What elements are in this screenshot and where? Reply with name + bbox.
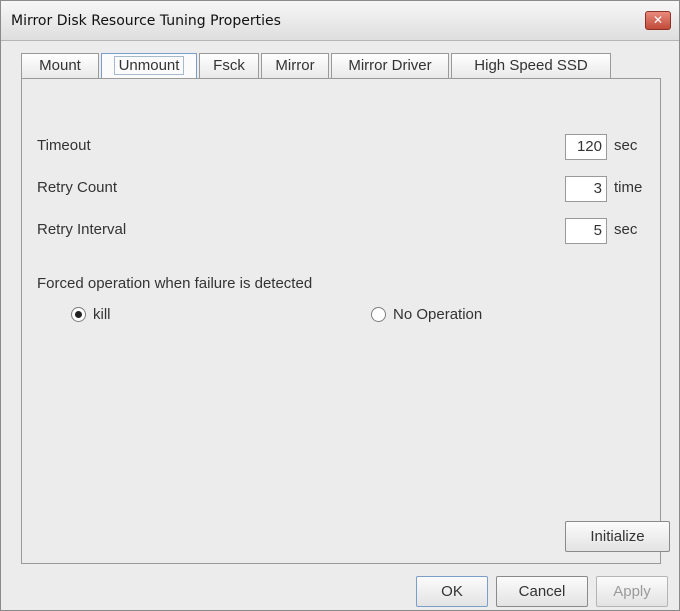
kill-label[interactable]: kill xyxy=(93,306,111,323)
retry-count-label: Retry Count xyxy=(37,179,118,196)
tab-label: Fsck xyxy=(213,57,245,74)
timeout-input[interactable]: 120 xyxy=(565,134,607,160)
initialize-button[interactable]: Initialize xyxy=(565,521,670,552)
timeout-unit: sec xyxy=(614,137,638,154)
tab-unmount[interactable]: Unmount xyxy=(101,53,197,80)
kill-radio[interactable] xyxy=(71,307,86,322)
tuning-properties-dialog: Mirror Disk Resource Tuning Properties ✕… xyxy=(0,0,680,611)
tab-mirror[interactable]: Mirror xyxy=(261,53,329,79)
ok-button[interactable]: OK xyxy=(416,576,488,607)
dialog-title: Mirror Disk Resource Tuning Properties xyxy=(11,13,281,29)
tab-fsck[interactable]: Fsck xyxy=(199,53,259,79)
retry-count-input[interactable]: 3 xyxy=(565,176,607,202)
no-operation-label[interactable]: No Operation xyxy=(393,306,482,323)
timeout-label: Timeout xyxy=(37,137,91,154)
retry-interval-input[interactable]: 5 xyxy=(565,218,607,244)
retry-interval-label: Retry Interval xyxy=(37,221,127,238)
apply-button[interactable]: Apply xyxy=(596,576,668,607)
tab-mount[interactable]: Mount xyxy=(21,53,99,79)
tab-label: Unmount xyxy=(113,56,185,75)
forced-operation-label: Forced operation when failure is detecte… xyxy=(37,275,313,292)
tab-high-speed-ssd[interactable]: High Speed SSD xyxy=(451,53,611,79)
retry-count-unit: time xyxy=(614,179,643,196)
unmount-panel: Timeout 120 sec Retry Count 3 time Retry… xyxy=(21,78,670,564)
tab-mirror-driver[interactable]: Mirror Driver xyxy=(331,53,449,79)
radio-selected-dot xyxy=(75,311,82,318)
retry-interval-unit: sec xyxy=(614,221,638,238)
tab-strip: Mount Unmount Fsck Mirror Mirror Driver … xyxy=(21,53,641,80)
tab-label: Mirror Driver xyxy=(348,57,432,74)
close-button[interactable]: ✕ xyxy=(645,11,671,30)
title-bar[interactable]: Mirror Disk Resource Tuning Properties ✕ xyxy=(1,1,679,41)
tab-label: High Speed SSD xyxy=(474,57,588,74)
no-operation-radio[interactable] xyxy=(371,307,386,322)
tab-label: Mount xyxy=(39,57,81,74)
tab-label: Mirror xyxy=(275,57,315,74)
close-icon: ✕ xyxy=(652,13,664,27)
cancel-button[interactable]: Cancel xyxy=(496,576,588,607)
